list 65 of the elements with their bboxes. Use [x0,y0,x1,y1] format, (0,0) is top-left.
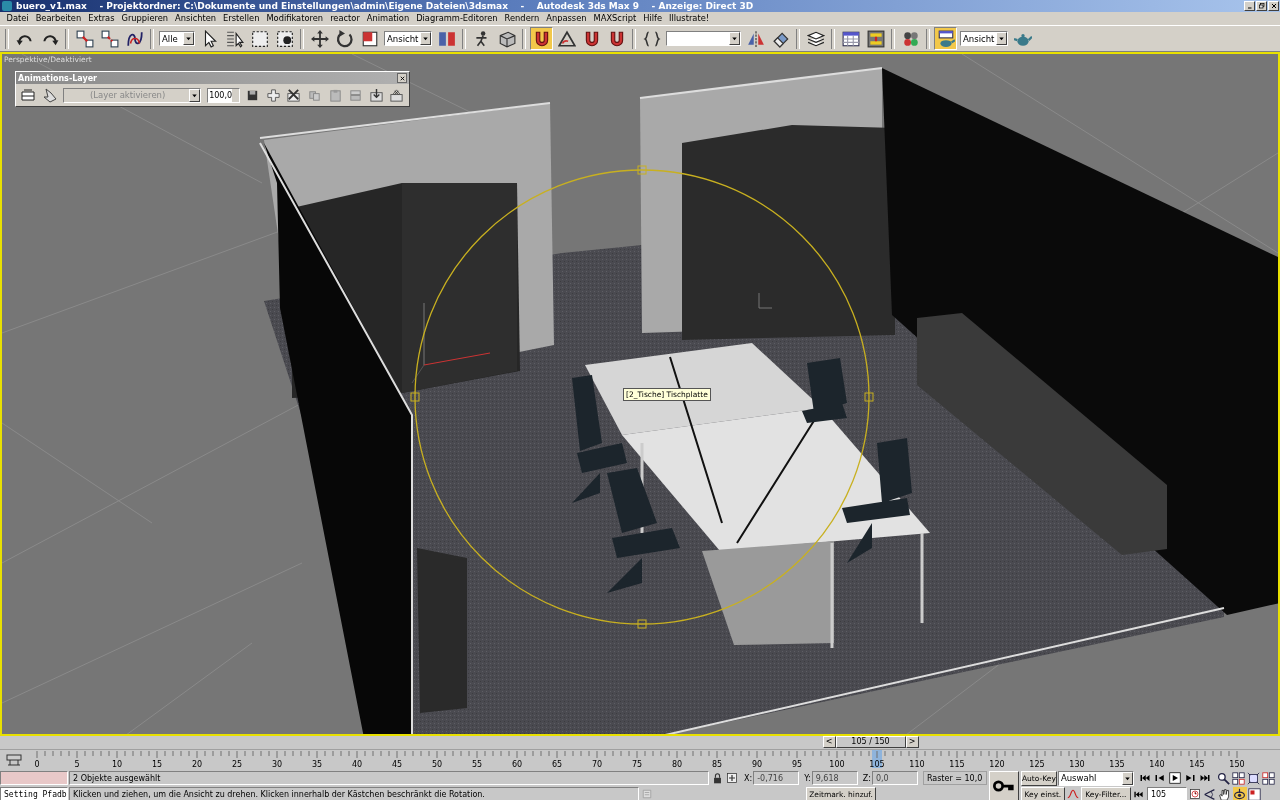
maxscript-listener-field[interactable]: Setting Pfadb [0,787,68,800]
frame-number: 55 [471,760,483,769]
frame-number: 50 [431,760,443,769]
frame-number: 15 [151,760,163,769]
menu-item[interactable]: Modifikatoren [262,12,327,25]
frame-number: 115 [949,760,965,769]
frame-number: 40 [351,760,363,769]
menu-item[interactable]: Diagramm-Editoren [412,12,502,25]
frame-number: 85 [711,760,723,769]
menu-item[interactable]: Hilfe [639,12,666,25]
menu-item[interactable]: Bearbeiten [32,12,85,25]
frame-number: 95 [791,760,803,769]
frame-number: 35 [311,760,323,769]
frame-number: 90 [751,760,763,769]
frame-number: 125 [1029,760,1045,769]
dropdown[interactable]: Ansicht [960,31,1008,46]
panel-title: Animations-Layer [18,73,99,83]
coordinate-label: X: [743,773,753,783]
frame-number: 145 [1189,760,1205,769]
menu-item[interactable]: Ansichten [171,12,220,25]
grid-size-text: Raster = 10,0 [922,771,987,785]
frame-number: 60 [511,760,523,769]
menu-item[interactable]: Datei [3,12,33,25]
frame-number: 140 [1149,760,1165,769]
coordinate-field[interactable]: 9,618 [811,771,858,785]
menu-item[interactable]: reactor [326,12,364,25]
current-frame-field[interactable]: 105 [1146,787,1187,800]
weight-spinner[interactable]: 100,0 [207,87,241,103]
menu-item[interactable]: Erstellen [219,12,263,25]
selection-status: 2 Objekte ausgewählt [69,771,709,785]
dropdown[interactable]: Alle [159,31,195,46]
menu-item[interactable]: Animation [363,12,413,25]
frame-number: 45 [391,760,403,769]
coordinate-field[interactable]: -0,716 [753,771,800,785]
frame-number: 75 [631,760,643,769]
frame-number: 150 [1229,760,1245,769]
frame-number: 100 [829,760,845,769]
time-slider-thumb[interactable]: 105 / 150 [835,736,906,748]
coordinate-label: Z: [861,773,871,783]
menu-item[interactable]: MAXScript [590,12,640,25]
frame-number: 65 [551,760,563,769]
frame-number: 120 [989,760,1005,769]
menu-item[interactable]: Anpassen [542,12,591,25]
frame-number: 10 [111,760,123,769]
frame-number: 5 [74,760,80,769]
menu-item[interactable]: Extras [84,12,118,25]
frame-number: 30 [271,760,283,769]
frame-number: 130 [1069,760,1085,769]
previous-frame-button[interactable]: < [822,736,836,748]
coordinate-label: Y: [803,773,811,783]
frame-number: 20 [191,760,203,769]
coordinate-field[interactable]: 0,0 [871,771,918,785]
frame-number: 105 [869,760,885,769]
frame-number: 25 [231,760,243,769]
frame-number: 70 [591,760,603,769]
frame-number: 110 [909,760,925,769]
frame-number: 0 [34,760,40,769]
menu-item[interactable]: Rendern [501,12,543,25]
key-mode-dropdown[interactable]: Auswahl [1057,770,1134,786]
frame-number: 80 [671,760,683,769]
dropdown[interactable]: Ansicht [384,31,432,46]
frame-number: 135 [1109,760,1125,769]
menu-item[interactable]: Gruppieren [117,12,172,25]
window-title: buero_v1.max - Projektordner: C:\Dokumente und Einstellungen\admin\Eigene Dateien\3dsmax - Autodesk 3ds Max 9 - Anzeige: Direct 3D [15,0,755,12]
menu-item[interactable]: Illustrate! [665,12,713,25]
